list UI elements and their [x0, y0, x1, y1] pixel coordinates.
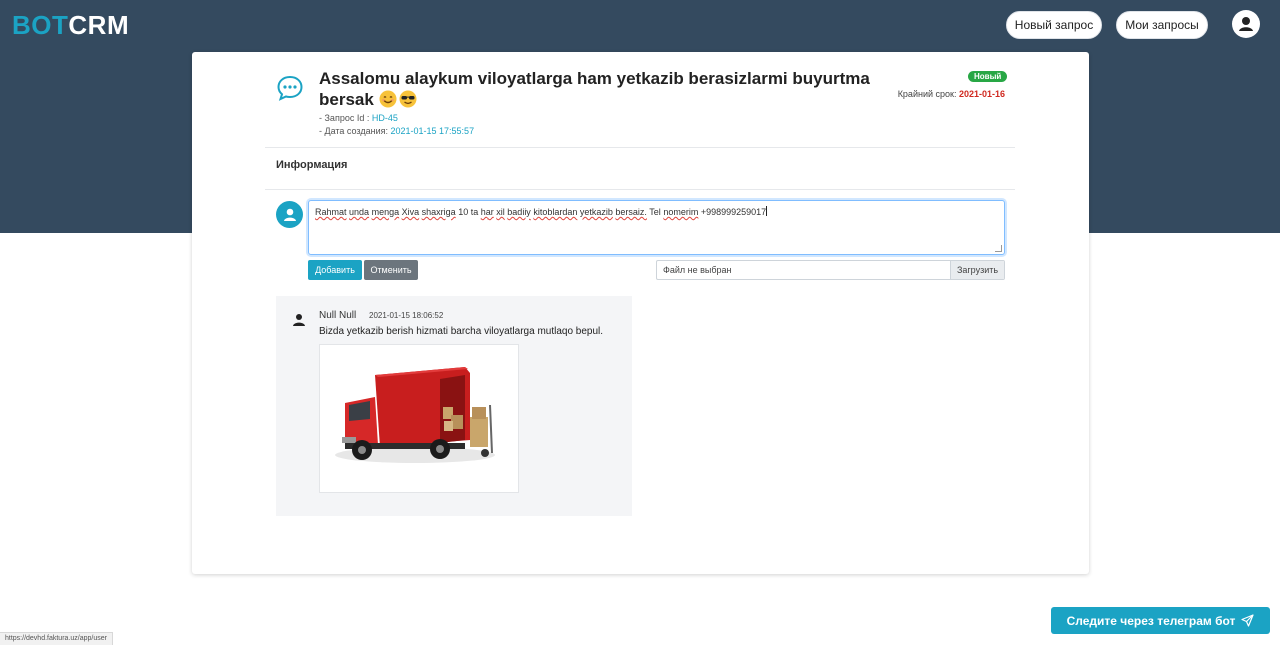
reply-word: xil [496, 207, 505, 217]
file-input[interactable]: Файл не выбран Загрузить [656, 260, 1005, 280]
new-request-button[interactable]: Новый запрос [1006, 11, 1102, 39]
reply-word: Rahmat [315, 207, 347, 217]
send-icon [1241, 614, 1255, 627]
cancel-button[interactable]: Отменить [364, 260, 418, 280]
chat-bubble-icon [277, 75, 303, 101]
reply-textarea[interactable]: Rahmat unda menga Xiva shaxriga 10 ta ha… [308, 200, 1005, 255]
deadline-date: 2021-01-16 [958, 89, 1005, 99]
telegram-bot-button[interactable]: Следите через телеграм бот [1051, 607, 1270, 634]
resize-handle[interactable] [995, 245, 1002, 252]
reply-word: kitoblardan [533, 207, 578, 217]
user-icon [283, 208, 296, 221]
reply-text: Rahmat unda menga Xiva shaxriga 10 ta ha… [315, 207, 766, 217]
reply-word: Tel [649, 207, 661, 217]
created-date-label: - Дата создания: [319, 126, 391, 136]
face-with-sunglasses-icon [399, 90, 417, 108]
text-cursor [766, 206, 768, 216]
divider [265, 189, 1015, 190]
comment-card: Null Null 2021-01-15 18:06:52 Bizda yetk… [276, 296, 632, 516]
reply-word: unda [349, 207, 370, 217]
created-date-value: 2021-01-15 17:55:57 [390, 126, 475, 136]
reply-word: +998999259017 [700, 207, 767, 217]
request-id-line: - Запрос Id : HD-45 [319, 113, 398, 123]
info-section-title[interactable]: Информация [276, 159, 347, 171]
divider [265, 147, 1015, 148]
comment-time: 2021-01-15 18:06:52 [369, 311, 444, 320]
reply-word: badiiy [507, 207, 531, 217]
upload-button[interactable]: Загрузить [950, 261, 1004, 279]
request-id-link[interactable]: HD-45 [372, 113, 398, 123]
created-date-line: - Дата создания: 2021-01-15 17:55:57 [319, 126, 474, 136]
current-user-avatar [276, 201, 303, 228]
user-circle-icon [1234, 12, 1258, 36]
reply-word: bersaiz. [615, 207, 647, 217]
reply-word: har [480, 207, 494, 217]
reply-word: shaxriga [421, 207, 456, 217]
comment-attachment[interactable] [319, 344, 519, 493]
telegram-label: Следите через телеграм бот [1066, 613, 1236, 628]
logo-bot-text: BOT [12, 10, 69, 40]
reply-word: nomerim [663, 207, 699, 217]
request-id-label: - Запрос Id : [319, 113, 372, 123]
reply-word: yetkazib [579, 207, 613, 217]
comment-text: Bizda yetkazib berish hizmati barcha vil… [319, 326, 604, 337]
delivery-truck-image [335, 367, 495, 463]
reply-word: Xiva [401, 207, 420, 217]
deadline-label: Крайний срок: [897, 89, 959, 99]
status-bar-url: https://devhd.faktura.uz/app/user [0, 632, 113, 645]
my-requests-button[interactable]: Мои запросы [1116, 11, 1208, 39]
profile-button[interactable] [1232, 10, 1260, 38]
add-button[interactable]: Добавить [308, 260, 362, 280]
file-placeholder: Файл не выбран [663, 265, 732, 275]
reply-word: menga [371, 207, 400, 217]
smiling-face-icon [379, 90, 397, 108]
status-badge: Новый [968, 71, 1008, 82]
logo[interactable]: BOTCRM [12, 10, 129, 41]
ticket-title: Assalomu alaykum viloyatlarga ham yetkaz… [319, 68, 879, 110]
user-icon [293, 314, 305, 326]
deadline: Крайний срок: 2021-01-16 [898, 89, 1005, 99]
logo-crm-text: CRM [68, 10, 130, 40]
reply-word: 10 ta [458, 207, 479, 217]
comment-author: Null Null [319, 310, 357, 321]
